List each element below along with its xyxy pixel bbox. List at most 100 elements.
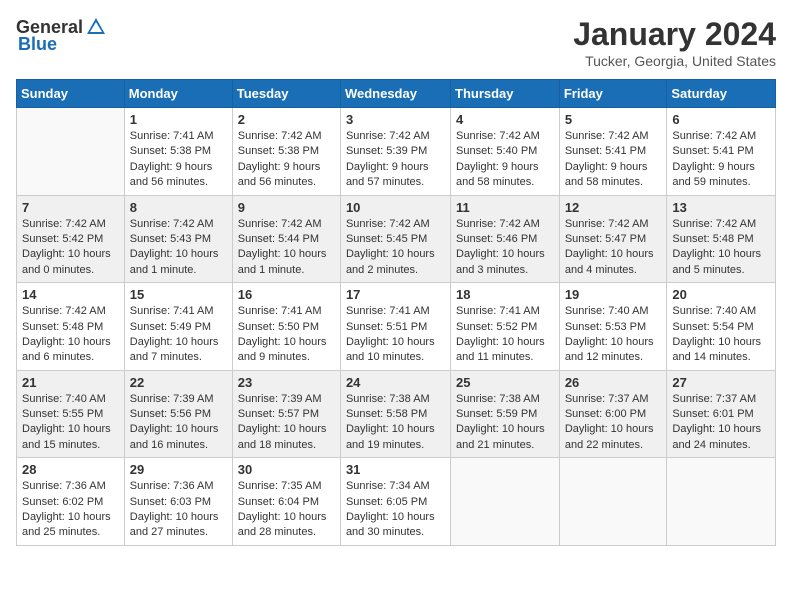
day-info: Sunrise: 7:41 AMSunset: 5:38 PMDaylight:… bbox=[130, 129, 227, 191]
day-info: Sunrise: 7:42 AMSunset: 5:39 PMDaylight:… bbox=[346, 129, 445, 191]
calendar-day-cell: 14 Sunrise: 7:42 AMSunset: 5:48 PMDayligh… bbox=[17, 283, 125, 371]
calendar-day-cell: 25 Sunrise: 7:38 AMSunset: 5:59 PMDayligh… bbox=[451, 370, 560, 458]
calendar-day-cell: 11 Sunrise: 7:42 AMSunset: 5:46 PMDayligh… bbox=[451, 195, 560, 283]
calendar-day-cell: 31 Sunrise: 7:34 AMSunset: 6:05 PMDayligh… bbox=[340, 458, 450, 546]
day-info: Sunrise: 7:36 AMSunset: 6:03 PMDaylight:… bbox=[130, 479, 227, 541]
day-info: Sunrise: 7:37 AMSunset: 6:01 PMDaylight:… bbox=[672, 392, 770, 454]
calendar-day-cell: 12 Sunrise: 7:42 AMSunset: 5:47 PMDayligh… bbox=[559, 195, 667, 283]
calendar-day-cell: 16 Sunrise: 7:41 AMSunset: 5:50 PMDayligh… bbox=[232, 283, 340, 371]
calendar-header-cell: Thursday bbox=[451, 80, 560, 108]
day-number: 14 bbox=[22, 287, 119, 302]
day-info: Sunrise: 7:42 AMSunset: 5:41 PMDaylight:… bbox=[565, 129, 662, 191]
calendar-day-cell: 15 Sunrise: 7:41 AMSunset: 5:49 PMDayligh… bbox=[124, 283, 232, 371]
day-info: Sunrise: 7:42 AMSunset: 5:44 PMDaylight:… bbox=[238, 217, 335, 279]
day-number: 9 bbox=[238, 200, 335, 215]
calendar-day-cell: 17Sunrise: 7:41 AMSunset: 5:51 PMDayligh… bbox=[340, 283, 450, 371]
day-number: 11 bbox=[456, 200, 554, 215]
day-number: 30 bbox=[238, 462, 335, 477]
calendar-day-cell: 26 Sunrise: 7:37 AMSunset: 6:00 PMDayligh… bbox=[559, 370, 667, 458]
day-info: Sunrise: 7:41 AMSunset: 5:49 PMDaylight:… bbox=[130, 304, 227, 366]
day-number: 18 bbox=[456, 287, 554, 302]
day-info: Sunrise: 7:36 AMSunset: 6:02 PMDaylight:… bbox=[22, 479, 119, 541]
day-number: 23 bbox=[238, 375, 335, 390]
logo-blue-text: Blue bbox=[18, 34, 57, 55]
day-info: Sunrise: 7:42 AMSunset: 5:42 PMDaylight:… bbox=[22, 217, 119, 279]
calendar-day-cell: 21Sunrise: 7:40 AMSunset: 5:55 PMDayligh… bbox=[17, 370, 125, 458]
calendar-day-cell: 8 Sunrise: 7:42 AMSunset: 5:43 PMDaylight… bbox=[124, 195, 232, 283]
calendar-day-cell bbox=[559, 458, 667, 546]
day-info: Sunrise: 7:39 AMSunset: 5:57 PMDaylight:… bbox=[238, 392, 335, 454]
day-number: 7 bbox=[22, 200, 119, 215]
day-info: Sunrise: 7:38 AMSunset: 5:58 PMDaylight:… bbox=[346, 392, 445, 454]
calendar-day-cell: 23 Sunrise: 7:39 AMSunset: 5:57 PMDayligh… bbox=[232, 370, 340, 458]
day-info: Sunrise: 7:42 AMSunset: 5:38 PMDaylight:… bbox=[238, 129, 335, 191]
day-info: Sunrise: 7:42 AMSunset: 5:41 PMDaylight:… bbox=[672, 129, 770, 191]
logo: General Blue bbox=[16, 16, 107, 55]
day-info: Sunrise: 7:42 AMSunset: 5:45 PMDaylight:… bbox=[346, 217, 445, 279]
calendar-day-cell: 7 Sunrise: 7:42 AMSunset: 5:42 PMDaylight… bbox=[17, 195, 125, 283]
header: General Blue January 2024 Tucker, Georgi… bbox=[16, 16, 776, 69]
day-info: Sunrise: 7:40 AMSunset: 5:53 PMDaylight:… bbox=[565, 304, 662, 366]
calendar-day-cell: 28Sunrise: 7:36 AMSunset: 6:02 PMDayligh… bbox=[17, 458, 125, 546]
calendar-day-cell: 9 Sunrise: 7:42 AMSunset: 5:44 PMDaylight… bbox=[232, 195, 340, 283]
day-info: Sunrise: 7:42 AMSunset: 5:47 PMDaylight:… bbox=[565, 217, 662, 279]
day-info: Sunrise: 7:42 AMSunset: 5:48 PMDaylight:… bbox=[672, 217, 770, 279]
day-number: 25 bbox=[456, 375, 554, 390]
calendar-day-cell: 22 Sunrise: 7:39 AMSunset: 5:56 PMDayligh… bbox=[124, 370, 232, 458]
day-number: 10 bbox=[346, 200, 445, 215]
day-info: Sunrise: 7:42 AMSunset: 5:40 PMDaylight:… bbox=[456, 129, 554, 191]
day-info: Sunrise: 7:41 AMSunset: 5:52 PMDaylight:… bbox=[456, 304, 554, 366]
calendar-day-cell: 29 Sunrise: 7:36 AMSunset: 6:03 PMDayligh… bbox=[124, 458, 232, 546]
day-number: 3 bbox=[346, 112, 445, 127]
day-info: Sunrise: 7:42 AMSunset: 5:46 PMDaylight:… bbox=[456, 217, 554, 279]
title-area: January 2024 Tucker, Georgia, United Sta… bbox=[573, 16, 776, 69]
calendar-day-cell: 3 Sunrise: 7:42 AMSunset: 5:39 PMDaylight… bbox=[340, 108, 450, 196]
calendar-body: 1 Sunrise: 7:41 AMSunset: 5:38 PMDaylight… bbox=[17, 108, 776, 546]
day-number: 13 bbox=[672, 200, 770, 215]
calendar-day-cell: 4Sunrise: 7:42 AMSunset: 5:40 PMDaylight… bbox=[451, 108, 560, 196]
day-number: 12 bbox=[565, 200, 662, 215]
day-number: 17 bbox=[346, 287, 445, 302]
location: Tucker, Georgia, United States bbox=[573, 53, 776, 69]
day-number: 16 bbox=[238, 287, 335, 302]
day-info: Sunrise: 7:39 AMSunset: 5:56 PMDaylight:… bbox=[130, 392, 227, 454]
day-info: Sunrise: 7:42 AMSunset: 5:43 PMDaylight:… bbox=[130, 217, 227, 279]
day-number: 22 bbox=[130, 375, 227, 390]
calendar: SundayMondayTuesdayWednesdayThursdayFrid… bbox=[16, 79, 776, 546]
calendar-day-cell: 30Sunrise: 7:35 AMSunset: 6:04 PMDayligh… bbox=[232, 458, 340, 546]
calendar-day-cell: 5 Sunrise: 7:42 AMSunset: 5:41 PMDaylight… bbox=[559, 108, 667, 196]
day-number: 15 bbox=[130, 287, 227, 302]
day-info: Sunrise: 7:41 AMSunset: 5:50 PMDaylight:… bbox=[238, 304, 335, 366]
calendar-week-row: 28Sunrise: 7:36 AMSunset: 6:02 PMDayligh… bbox=[17, 458, 776, 546]
day-number: 20 bbox=[672, 287, 770, 302]
day-info: Sunrise: 7:42 AMSunset: 5:48 PMDaylight:… bbox=[22, 304, 119, 366]
day-number: 29 bbox=[130, 462, 227, 477]
calendar-day-cell: 24 Sunrise: 7:38 AMSunset: 5:58 PMDayligh… bbox=[340, 370, 450, 458]
month-title: January 2024 bbox=[573, 16, 776, 53]
day-number: 5 bbox=[565, 112, 662, 127]
calendar-day-cell bbox=[17, 108, 125, 196]
day-number: 31 bbox=[346, 462, 445, 477]
calendar-day-cell: 18 Sunrise: 7:41 AMSunset: 5:52 PMDayligh… bbox=[451, 283, 560, 371]
calendar-day-cell: 19Sunrise: 7:40 AMSunset: 5:53 PMDayligh… bbox=[559, 283, 667, 371]
logo-icon bbox=[85, 16, 107, 38]
day-number: 27 bbox=[672, 375, 770, 390]
day-info: Sunrise: 7:40 AMSunset: 5:54 PMDaylight:… bbox=[672, 304, 770, 366]
day-info: Sunrise: 7:38 AMSunset: 5:59 PMDaylight:… bbox=[456, 392, 554, 454]
calendar-header-cell: Monday bbox=[124, 80, 232, 108]
day-number: 24 bbox=[346, 375, 445, 390]
day-number: 1 bbox=[130, 112, 227, 127]
day-info: Sunrise: 7:37 AMSunset: 6:00 PMDaylight:… bbox=[565, 392, 662, 454]
calendar-week-row: 1 Sunrise: 7:41 AMSunset: 5:38 PMDaylight… bbox=[17, 108, 776, 196]
day-info: Sunrise: 7:34 AMSunset: 6:05 PMDaylight:… bbox=[346, 479, 445, 541]
calendar-header-cell: Sunday bbox=[17, 80, 125, 108]
calendar-day-cell bbox=[667, 458, 776, 546]
calendar-week-row: 14 Sunrise: 7:42 AMSunset: 5:48 PMDayligh… bbox=[17, 283, 776, 371]
calendar-day-cell: 2Sunrise: 7:42 AMSunset: 5:38 PMDaylight… bbox=[232, 108, 340, 196]
day-number: 6 bbox=[672, 112, 770, 127]
calendar-week-row: 21Sunrise: 7:40 AMSunset: 5:55 PMDayligh… bbox=[17, 370, 776, 458]
day-number: 26 bbox=[565, 375, 662, 390]
calendar-day-cell: 1 Sunrise: 7:41 AMSunset: 5:38 PMDaylight… bbox=[124, 108, 232, 196]
day-number: 8 bbox=[130, 200, 227, 215]
calendar-day-cell bbox=[451, 458, 560, 546]
